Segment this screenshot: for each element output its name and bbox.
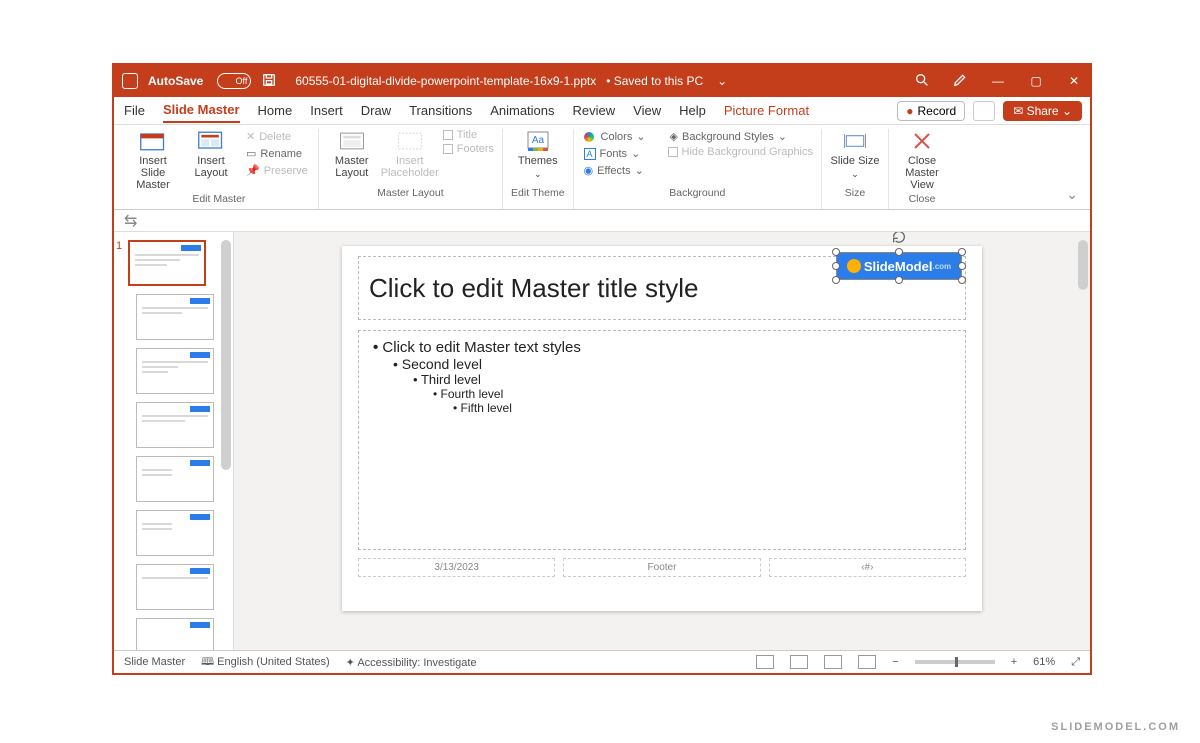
watermark: SLIDEMODEL.COM — [1051, 721, 1180, 733]
thumbnail-layout[interactable] — [136, 294, 214, 340]
document-filename[interactable]: 60555-01-digital-divide-powerpoint-templ… — [295, 74, 596, 88]
tab-view[interactable]: View — [633, 99, 661, 122]
insert-slide-master-button[interactable]: Insert Slide Master — [128, 129, 178, 191]
ribbon-tabs: File Slide Master Home Insert Draw Trans… — [114, 97, 1090, 125]
thumbnail-layout[interactable] — [136, 456, 214, 502]
colors-button[interactable]: Colors ⌄ — [582, 129, 648, 144]
status-view-mode[interactable]: Slide Master — [124, 656, 185, 668]
tab-slide-master[interactable]: Slide Master — [163, 98, 240, 123]
thumbnail-layout[interactable] — [136, 402, 214, 448]
thumbnail-layout[interactable] — [136, 618, 214, 650]
date-placeholder[interactable]: 3/13/2023 — [358, 558, 555, 577]
workspace: 1 Click to edit Master title style Click… — [114, 232, 1090, 650]
slide-size-button[interactable]: Slide Size⌄ — [830, 129, 880, 180]
close-button[interactable]: ✕ — [1066, 74, 1082, 88]
camera-icon[interactable] — [973, 101, 995, 121]
zoom-in-button[interactable]: + — [1011, 656, 1017, 668]
rename-button[interactable]: ▭ Rename — [244, 146, 310, 161]
title-bar: AutoSave Off 60555-01-digital-divide-pow… — [114, 65, 1090, 97]
maximize-button[interactable]: ▢ — [1028, 74, 1044, 88]
background-styles-button[interactable]: ◈ Background Styles ⌄ — [668, 129, 813, 144]
group-edit-master: Insert Slide Master Insert Layout ✕ Dele… — [120, 129, 319, 209]
fit-to-window-icon[interactable]: ⤢ — [1071, 656, 1080, 669]
fonts-button[interactable]: A Fonts ⌄ — [582, 146, 648, 161]
tab-animations[interactable]: Animations — [490, 99, 554, 122]
status-language[interactable]: 🕮 English (United States) — [201, 653, 330, 672]
master-layout-button[interactable]: Master Layout — [327, 129, 377, 179]
thumbnail-layout[interactable] — [136, 510, 214, 556]
status-accessibility[interactable]: ✦ Accessibility: Investigate — [346, 656, 477, 669]
group-size: Slide Size⌄ Size — [822, 129, 889, 209]
ribbon: Insert Slide Master Insert Layout ✕ Dele… — [114, 125, 1090, 210]
tab-review[interactable]: Review — [573, 99, 616, 122]
slide-number: 1 — [116, 240, 122, 252]
autosave-toggle[interactable]: Off — [217, 73, 251, 89]
group-master-layout: Master Layout Insert Placeholder Title F… — [319, 129, 503, 209]
page-number-placeholder[interactable]: ‹#› — [769, 558, 966, 577]
chevron-down-icon[interactable]: ⌄ — [717, 74, 727, 88]
thumbnail-panel[interactable]: 1 — [114, 232, 234, 650]
selected-logo-image[interactable]: SlideModel.com — [836, 252, 962, 280]
tab-draw[interactable]: Draw — [361, 99, 391, 122]
footers-checkbox: Footers — [443, 143, 494, 155]
tab-help[interactable]: Help — [679, 99, 706, 122]
logo-orb-icon — [847, 259, 861, 273]
rotation-handle-icon[interactable] — [891, 232, 907, 245]
tab-insert[interactable]: Insert — [310, 99, 343, 122]
tab-transitions[interactable]: Transitions — [409, 99, 472, 122]
quick-access-bar: ⇆ — [114, 210, 1090, 232]
powerpoint-window: AutoSave Off 60555-01-digital-divide-pow… — [112, 63, 1092, 675]
master-body-placeholder[interactable]: Click to edit Master text styles Second … — [358, 330, 966, 550]
effects-button[interactable]: ◉ Effects ⌄ — [582, 163, 648, 178]
thumbnail-scrollbar[interactable] — [221, 240, 231, 470]
app-icon — [122, 73, 138, 89]
insert-placeholder-button: Insert Placeholder — [385, 129, 435, 179]
svg-text:Aa: Aa — [532, 135, 545, 146]
delete-button: ✕ Delete — [244, 129, 310, 144]
save-icon[interactable] — [261, 72, 277, 91]
slide-canvas-area[interactable]: Click to edit Master title style Click t… — [234, 232, 1090, 650]
pen-icon[interactable] — [952, 72, 968, 91]
save-status[interactable]: Saved to this PC — [606, 74, 703, 88]
tab-home[interactable]: Home — [258, 99, 293, 122]
autosave-label: AutoSave — [148, 74, 203, 88]
minimize-button[interactable]: — — [990, 74, 1006, 88]
group-background: Colors ⌄ A Fonts ⌄ ◉ Effects ⌄ ◈ Backgro… — [574, 129, 822, 209]
record-button[interactable]: Record — [897, 101, 965, 121]
collapse-ribbon-icon[interactable]: ⌄ — [1066, 186, 1078, 203]
zoom-level[interactable]: 61% — [1033, 656, 1055, 668]
thumbnail-master[interactable] — [128, 240, 206, 286]
themes-button[interactable]: Aa Themes⌄ — [513, 129, 563, 180]
logo-text: SlideModel — [864, 259, 933, 274]
tab-file[interactable]: File — [124, 99, 145, 122]
reading-view-icon[interactable] — [824, 655, 842, 669]
hide-background-checkbox: Hide Background Graphics — [668, 146, 813, 158]
slide-canvas[interactable]: Click to edit Master title style Click t… — [342, 246, 982, 611]
search-icon[interactable] — [914, 72, 930, 91]
status-bar: Slide Master 🕮 English (United States) ✦… — [114, 650, 1090, 673]
share-button[interactable]: ✉ Share ⌄ — [1003, 101, 1082, 121]
group-close: Close Master View Close — [889, 129, 955, 209]
preserve-button: 📌 Preserve — [244, 163, 310, 178]
zoom-slider[interactable] — [915, 660, 995, 664]
normal-view-icon[interactable] — [756, 655, 774, 669]
footer-placeholder[interactable]: Footer — [563, 558, 760, 577]
group-edit-theme: Aa Themes⌄ Edit Theme — [503, 129, 574, 209]
insert-layout-button[interactable]: Insert Layout — [186, 129, 236, 179]
title-checkbox: Title — [443, 129, 494, 141]
thumbnail-layout[interactable] — [136, 348, 214, 394]
close-master-view-button[interactable]: Close Master View — [897, 129, 947, 191]
canvas-scrollbar[interactable] — [1078, 240, 1088, 290]
qat-dropdown-icon[interactable]: ⇆ — [124, 211, 137, 231]
sorter-view-icon[interactable] — [790, 655, 808, 669]
zoom-out-button[interactable]: − — [892, 656, 898, 668]
tab-picture-format[interactable]: Picture Format — [724, 99, 809, 122]
thumbnail-layout[interactable] — [136, 564, 214, 610]
slideshow-view-icon[interactable] — [858, 655, 876, 669]
